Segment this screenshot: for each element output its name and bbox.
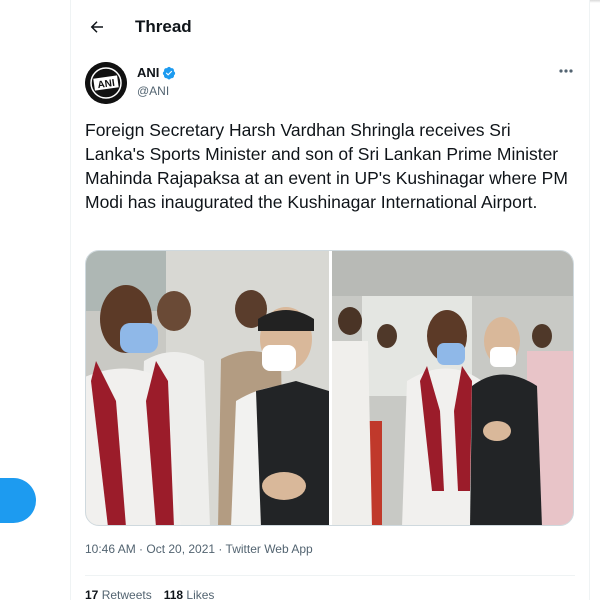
page: Thread ANI ANI @ANI Foreign Secretary Ha… [0, 0, 600, 600]
left-navigation-pane [0, 0, 70, 600]
more-horizontal-icon [559, 69, 573, 73]
thread-column: Thread ANI ANI @ANI Foreign Secretary Ha… [70, 0, 590, 600]
compose-tweet-button[interactable] [0, 478, 36, 523]
tweet-stats: 17 Retweets 118 Likes [85, 588, 214, 600]
avatar[interactable]: ANI [85, 62, 127, 104]
back-button[interactable] [79, 9, 115, 45]
verified-badge-icon [163, 66, 176, 79]
divider [85, 575, 575, 576]
tweet-timestamp[interactable]: 10:46 AM · Oct 20, 2021 · Twitter Web Ap… [85, 542, 313, 556]
retweets-label: Retweets [98, 588, 152, 600]
author-handle[interactable]: @ANI [137, 84, 169, 98]
tweet-photo-left[interactable] [86, 251, 329, 525]
author-name[interactable]: ANI [137, 65, 159, 80]
author-name-line[interactable]: ANI [137, 65, 176, 80]
tweet-text: Foreign Secretary Harsh Vardhan Shringla… [85, 120, 568, 212]
likes-stat[interactable]: 118 Likes [164, 588, 215, 600]
ani-logo: ANI [85, 62, 127, 104]
likes-count: 118 [163, 588, 184, 600]
tweet-photo-right[interactable] [332, 251, 573, 525]
thread-header: Thread [71, 0, 589, 53]
photo-officials-greeting-1 [86, 251, 329, 525]
more-options-button[interactable] [553, 62, 579, 80]
tweet-media [85, 250, 574, 526]
likes-label: Likes [183, 588, 215, 600]
arrow-left-icon [90, 20, 103, 33]
photo-officials-greeting-2 [332, 251, 573, 525]
retweets-count: 17 [85, 588, 99, 600]
retweets-stat[interactable]: 17 Retweets [85, 588, 152, 600]
page-title: Thread [135, 16, 192, 36]
tweet-author-row: ANI ANI @ANI [85, 62, 579, 106]
